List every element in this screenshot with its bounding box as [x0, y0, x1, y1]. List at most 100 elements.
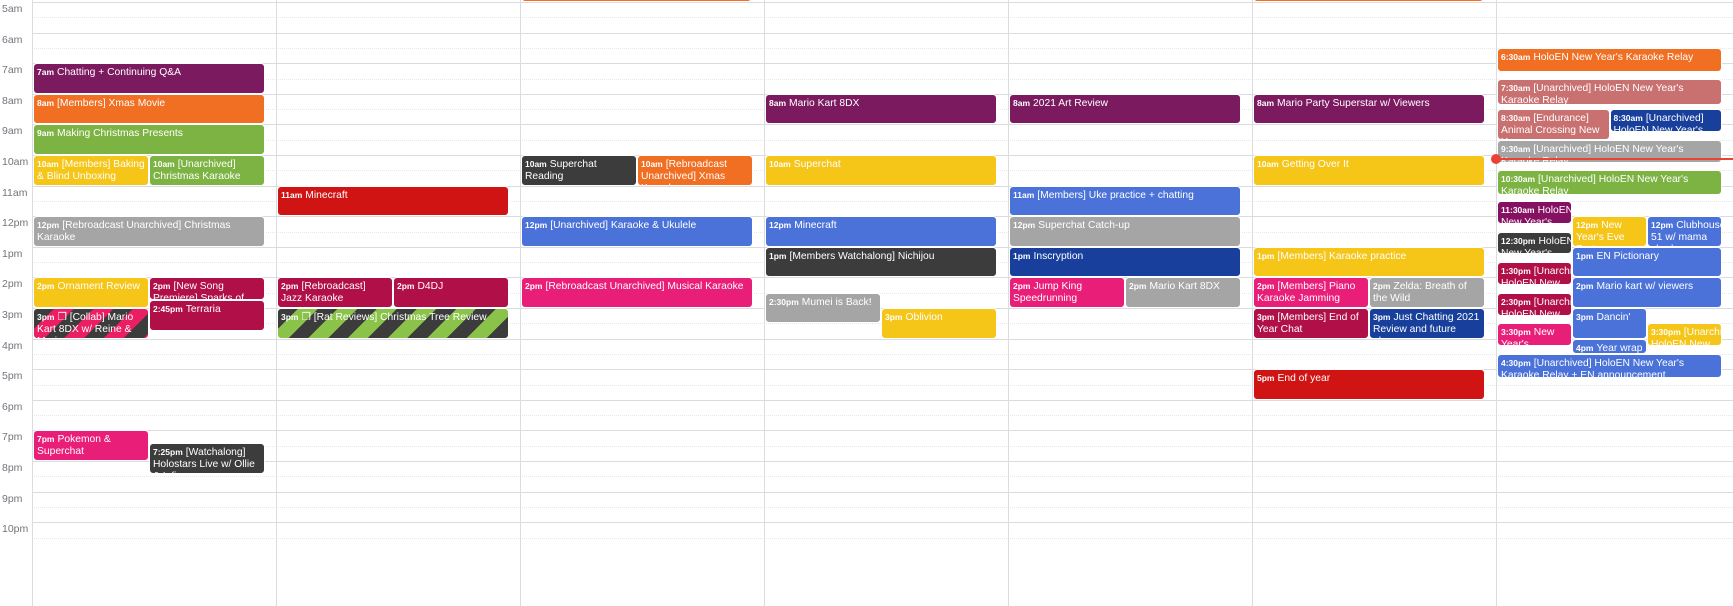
hour-gridline: [32, 491, 1733, 493]
calendar-event[interactable]: 10:30am [Unarchived] HoloEN New Year's Ka…: [1497, 170, 1722, 195]
calendar-event[interactable]: 10am[Rebroadcast Unarchived] Xmas Karaok…: [637, 155, 753, 186]
half-hour-gridline: [32, 445, 1733, 447]
calendar-event[interactable]: 12pm Minecraft: [765, 216, 997, 247]
event-time: 2pm: [1257, 281, 1275, 292]
calendar-event[interactable]: 2pm Zelda: Breath of the Wild: [1369, 277, 1485, 308]
event-title: HoloEN New Year's Karaoke Relay: [1533, 51, 1694, 63]
calendar-event[interactable]: 3pm Oblivion: [881, 308, 997, 339]
event-title: Minecraft: [794, 220, 837, 232]
time-label: 7pm: [2, 431, 23, 444]
event-time: 12pm: [37, 220, 60, 231]
calendar-event[interactable]: 12pmNew Year's Eve Party: [1572, 216, 1647, 247]
calendar-event[interactable]: 2pm [Rebroadcast Unarchived] Musical Kara…: [521, 277, 753, 308]
calendar-event[interactable]: 3pm [Members] End of Year Chat: [1253, 308, 1369, 339]
calendar-event[interactable]: 10am Superchat Reading: [521, 155, 637, 186]
time-label: 1pm: [2, 247, 23, 260]
event-time: 2pm: [1013, 281, 1031, 292]
calendar-event[interactable]: 5pm End of year: [1253, 369, 1485, 400]
event-time: 11am: [281, 189, 303, 200]
event-title: [Members] Uke practice + chatting: [1037, 189, 1194, 201]
half-hour-gridline: [32, 506, 1733, 508]
calendar-event[interactable]: 8am [Members] Xmas Movie: [33, 93, 265, 125]
event-title: Inscryption: [1033, 250, 1084, 262]
calendar-event[interactable]: 12pm [Rebroadcast Unarchived] Christmas K…: [33, 216, 265, 247]
calendar-event[interactable]: 12pm [Unarchived] Karaoke & Ukulele: [521, 216, 753, 247]
collab-copy-icon: ❐: [301, 312, 311, 323]
time-label: 3pm: [2, 309, 23, 321]
calendar-event[interactable]: 8am Mario Party Superstar w/ Viewers: [1253, 93, 1485, 125]
calendar-event[interactable]: 10am Getting Over It: [1253, 155, 1485, 186]
calendar-event[interactable]: 7pm Pokemon & Superchat: [33, 430, 149, 461]
event-title: Year wrap: [1596, 342, 1643, 354]
calendar-event[interactable]: 4pm Year wrap: [1572, 338, 1647, 354]
calendar-event[interactable]: 10am Superchat: [765, 155, 997, 186]
event-title: Dancin': [1596, 312, 1631, 323]
event-time: 2:30pm: [769, 296, 799, 307]
calendar-event[interactable]: 7:25pm [Watchalong] Holostars Live w/ Oll…: [149, 443, 265, 474]
calendar-event[interactable]: 2:30pm Mumei is Back!: [765, 292, 881, 324]
calendar-event-cutoff[interactable]: [521, 0, 752, 2]
calendar-event[interactable]: 4:30pm [Unarchived] HoloEN New Year's Kar…: [1497, 353, 1722, 379]
calendar-event[interactable]: 2pm Ornament Review: [33, 277, 149, 308]
calendar-event[interactable]: 3:30pmNew Year's Countdown: [1497, 323, 1572, 347]
calendar-event[interactable]: 7:30am [Unarchived] HoloEN New Year's Kar…: [1497, 78, 1722, 105]
event-time: 3pm: [281, 312, 299, 322]
calendar-event[interactable]: 2pm [Rebroadcast] Jazz Karaoke: [277, 277, 393, 308]
calendar-event[interactable]: 2pm Mario Kart 8DX: [1125, 277, 1241, 308]
calendar-event[interactable]: 2pm[New Song Premiere] Sparks of Joy: [149, 277, 265, 301]
calendar-event[interactable]: 2pm D4DJ: [393, 277, 509, 308]
event-time: 2pm: [397, 281, 415, 292]
calendar-event[interactable]: 1pm [Members Watchalong] Nichijou: [765, 246, 997, 278]
calendar-event[interactable]: 2pm Mario kart w/ viewers: [1572, 277, 1722, 308]
calendar-event[interactable]: 11am Minecraft: [277, 185, 509, 217]
calendar-event[interactable]: 1:30pm[Unarchived] HoloEN New: [1497, 262, 1572, 286]
calendar-event[interactable]: 12pm Superchat Catch-up: [1009, 216, 1241, 247]
event-title: End of year: [1277, 373, 1331, 385]
event-title: [Unarchived] Karaoke & Ukulele: [550, 220, 697, 232]
calendar-event[interactable]: 1pm Inscryption: [1009, 246, 1241, 278]
calendar-event[interactable]: 8:30am [Unarchived] HoloEN New Year's: [1609, 109, 1722, 133]
calendar-event[interactable]: 2:45pm Terraria: [149, 300, 265, 331]
calendar-event[interactable]: 9am Making Christmas Presents: [33, 124, 265, 155]
calendar-event[interactable]: 6:30am HoloEN New Year's Karaoke Relay: [1497, 47, 1722, 73]
calendar-event[interactable]: 2pm Jump King Speedrunning: [1009, 277, 1125, 308]
calendar-event[interactable]: 10am [Unarchived] Christmas Karaoke: [149, 155, 265, 186]
calendar-event[interactable]: 8am 2021 Art Review: [1009, 93, 1241, 125]
event-time: 10am: [769, 159, 791, 169]
calendar-event[interactable]: 12pmClubhouse 51 w/ mama shark: [1647, 216, 1722, 247]
calendar-event[interactable]: 2:30pm[Unarchived] HoloEN New: [1497, 292, 1572, 316]
calendar-event[interactable]: 8:30am[Endurance] Animal Crossing New Ye…: [1497, 109, 1610, 140]
calendar-event[interactable]: 3:30pm[Unarchived] HoloEN New: [1647, 323, 1722, 347]
event-time: 8am: [37, 97, 55, 108]
event-time: 12:30pm: [1501, 235, 1536, 246]
event-title: [Rebroadcast Unarchived] Christmas Karao…: [37, 220, 231, 244]
calendar-event[interactable]: 1pm EN Pictionary: [1572, 246, 1722, 278]
calendar-event[interactable]: 11am [Members] Uke practice + chatting: [1009, 185, 1241, 217]
hour-gridline: [32, 2, 1733, 3]
hour-gridline: [32, 430, 1733, 432]
event-title: Chatting + Continuing Q&A: [57, 67, 181, 79]
calendar-event[interactable]: 12:30pm HoloEN New Year's: [1497, 231, 1572, 255]
event-time: 2pm: [525, 281, 543, 292]
event-time: 11am: [1013, 189, 1035, 200]
calendar-event[interactable]: 1pm [Members] Karaoke practice: [1253, 246, 1485, 278]
calendar-event[interactable]: 10am [Members] Baking & Blind Unboxing: [33, 155, 149, 186]
calendar-event[interactable]: 3pm❐[Collab] Mario Kart 8DX w/ Reine & M…: [33, 308, 149, 339]
time-label: 10am: [2, 156, 29, 168]
calendar-event[interactable]: 3pm ❐ [Rat Reviews] Christmas Tree Review: [277, 308, 509, 339]
event-title: Making Christmas Presents: [57, 128, 183, 140]
calendar-event[interactable]: 2pm [Members] Piano Karaoke Jamming: [1253, 277, 1369, 308]
event-time: 12pm: [525, 220, 548, 231]
calendar-event-cutoff[interactable]: [1253, 0, 1484, 2]
calendar-event[interactable]: 3pm Just Chatting 2021 Review and future …: [1369, 308, 1485, 339]
calendar-event[interactable]: 11:30am HoloEN New Year's: [1497, 200, 1572, 224]
event-title: [Members] Xmas Movie: [57, 97, 166, 109]
event-time: 6:30am: [1501, 51, 1531, 62]
time-label: 5pm: [2, 370, 23, 383]
calendar-event[interactable]: 8am Mario Kart 8DX: [765, 93, 997, 125]
half-hour-gridline: [32, 415, 1733, 417]
calendar-event[interactable]: 3pm Dancin': [1572, 308, 1647, 339]
current-time-line: [1496, 158, 1733, 161]
time-label: 6pm: [2, 400, 23, 413]
calendar-event[interactable]: 7am Chatting + Continuing Q&A: [33, 63, 265, 94]
